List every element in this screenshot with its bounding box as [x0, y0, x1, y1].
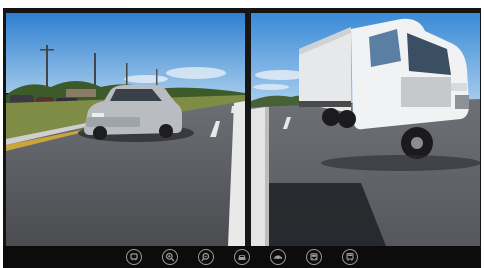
bus-front-icon[interactable] [306, 249, 322, 265]
truck-front-icon[interactable] [342, 249, 358, 265]
car-side-icon[interactable] [270, 249, 286, 265]
camera-toolbar [3, 246, 481, 268]
car-front-icon[interactable] [234, 249, 250, 265]
left-camera-image [6, 13, 245, 246]
right-camera-view[interactable] [251, 13, 480, 246]
zoom-in-icon[interactable] [162, 249, 178, 265]
camera-display [0, 0, 484, 268]
right-camera-image [251, 13, 480, 246]
monitor-screen [3, 8, 481, 268]
zoom-out-icon[interactable] [198, 249, 214, 265]
left-camera-view[interactable] [6, 13, 245, 246]
vehicle-front-icon[interactable] [126, 249, 142, 265]
